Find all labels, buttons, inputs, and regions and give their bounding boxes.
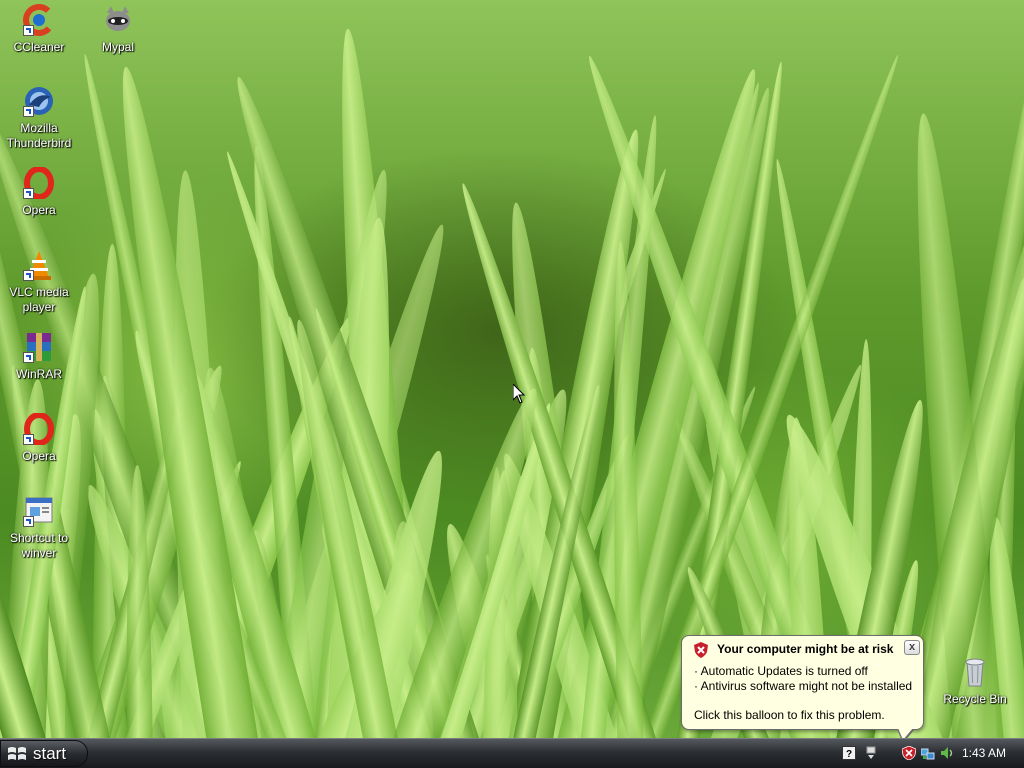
desktop-icon-thunderbird[interactable]: Mozilla Thunderbird [0,85,78,151]
shortcut-arrow-icon [23,270,34,281]
vlc-icon [23,249,55,281]
winver-icon [23,495,55,527]
desktop-icon-opera[interactable]: Opera [0,166,78,218]
mouse-cursor-icon [513,384,525,404]
desktop-icon-label: CCleaner [13,40,65,54]
balloon-line: · Antivirus software might not be instal… [694,679,913,693]
balloon-line: · Automatic Updates is turned off [694,664,868,678]
thunderbird-icon [23,85,55,117]
desktop[interactable]: CCleaner Mypal Mozilla Thunderbird Opera… [0,0,1024,738]
opera-icon [23,412,55,446]
taskbar: start ? 1:43 AM [0,738,1024,768]
help-icon[interactable]: ? [842,746,856,760]
shortcut-arrow-icon [23,352,34,363]
ccleaner-icon [23,4,55,36]
desktop-icon-label: Opera [22,203,56,217]
start-button[interactable]: start [0,740,88,767]
shortcut-arrow-icon [23,516,34,527]
start-label: start [33,744,67,763]
windows-logo-icon [8,747,26,760]
desktop-icon-label: Recycle Bin [943,692,1007,706]
safely-remove-icon[interactable] [864,746,878,760]
shortcut-arrow-icon [23,106,34,117]
volume-icon[interactable] [940,746,954,760]
balloon-footer: Click this balloon to fix this problem. [694,708,885,722]
desktop-icon-label: Mozilla Thunderbird [6,121,72,150]
desktop-icon-ccleaner[interactable]: CCleaner [0,4,78,55]
security-alert-icon[interactable] [902,746,916,760]
desktop-icon-opera-2[interactable]: Opera [0,412,78,464]
winrar-icon [23,331,55,363]
security-notification-balloon[interactable]: Your computer might be at risk x · Autom… [681,635,924,738]
balloon-title: Your computer might be at risk [717,642,894,656]
network-icon[interactable] [921,746,935,760]
taskbar-clock[interactable]: 1:43 AM [962,746,1006,760]
desktop-icon-label: Opera [22,449,56,463]
shortcut-arrow-icon [23,25,34,36]
shortcut-arrow-icon [23,188,34,199]
desktop-icon-label: Shortcut to winver [9,531,69,560]
desktop-icon-winver[interactable]: Shortcut to winver [0,495,78,561]
security-shield-icon [694,642,708,658]
balloon-close-button[interactable]: x [904,640,920,655]
desktop-icon-mypal[interactable]: Mypal [79,4,157,55]
desktop-icon-label: Mypal [101,40,134,54]
mypal-icon [102,4,134,36]
desktop-icon-vlc[interactable]: VLC media player [0,249,78,315]
desktop-icon-label: WinRAR [15,367,62,381]
shortcut-arrow-icon [23,434,34,445]
balloon-tail-inner [898,728,913,738]
svg-text:?: ? [846,749,852,760]
opera-icon [23,166,55,200]
desktop-icon-recycle-bin[interactable]: Recycle Bin [936,656,1014,707]
recycle-bin-icon [959,656,991,688]
desktop-icon-label: VLC media player [9,285,69,314]
desktop-icon-winrar[interactable]: WinRAR [0,331,78,382]
